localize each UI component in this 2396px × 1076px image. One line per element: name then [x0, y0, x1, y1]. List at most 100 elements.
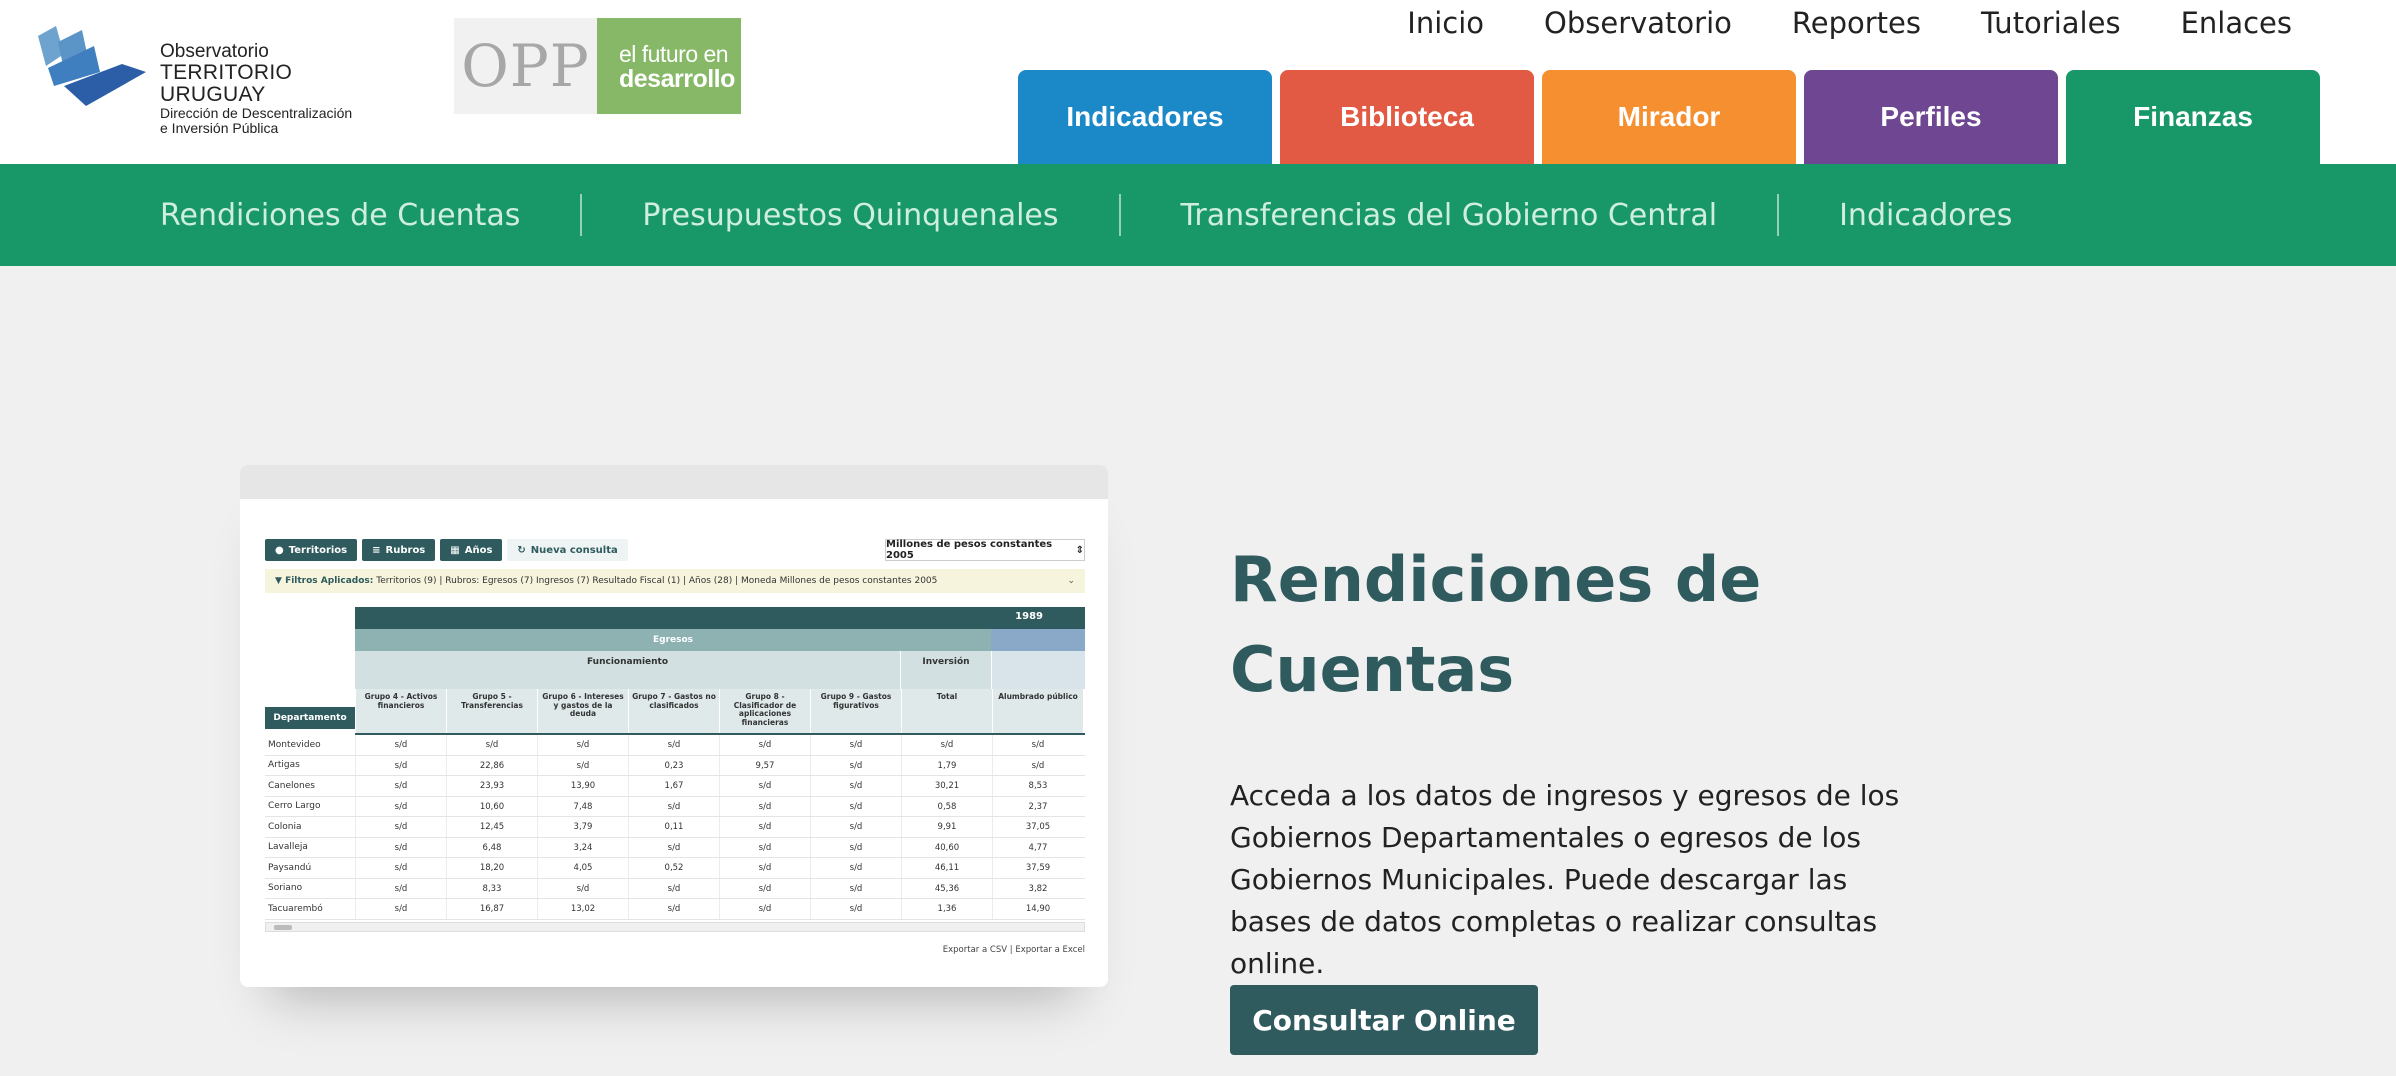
table-cell: 3,24 [537, 837, 628, 857]
site-header: Observatorio TERRITORIO URUGUAY Direcció… [0, 0, 2396, 164]
table-cell: 30,21 [901, 776, 992, 796]
nav-tutoriales[interactable]: Tutoriales [1981, 6, 2121, 40]
table-cell: s/d [355, 837, 446, 857]
row-departamento: Lavalleja [268, 842, 308, 853]
preview-column-header: Grupo 6 - Intereses y gastos de la deuda [537, 689, 628, 733]
row-departamento: Montevideo [268, 739, 321, 750]
logo-line-3: Dirección de Descentralización [160, 105, 353, 122]
preview-territorios-label: Territorios [288, 544, 348, 556]
table-row: Cerro Largo s/d 10,60 7,48 s/d s/d s/d 0,58 2,37 [265, 796, 1085, 817]
tab-indicadores[interactable]: Indicadores [1018, 70, 1272, 164]
nav-observatorio[interactable]: Observatorio [1544, 6, 1732, 40]
chevron-down-icon: ⌄ [1067, 576, 1075, 586]
preview-scrollbar [265, 922, 1085, 932]
nav-reportes[interactable]: Reportes [1792, 6, 1921, 40]
table-cell: 23,93 [446, 776, 537, 796]
preview-column-header: Total [901, 689, 992, 733]
subnav-transferencias[interactable]: Transferencias del Gobierno Central [1121, 198, 1778, 233]
preview-rows: Montevideo s/d s/d s/d s/d s/d s/d s/d s/d Artiga… [265, 735, 1085, 920]
table-cell: s/d [446, 735, 537, 755]
table-cell: 4,05 [537, 858, 628, 878]
list-icon: ≡ [372, 544, 381, 556]
subnav-rendiciones[interactable]: Rendiciones de Cuentas [160, 198, 580, 233]
futuro-line-1: el futuro en [619, 41, 729, 67]
tab-finanzas[interactable]: Finanzas [2066, 70, 2320, 164]
top-nav: Inicio Observatorio Reportes Tutoriales … [1407, 6, 2292, 40]
section-tabs: Indicadores Biblioteca Mirador Perfiles … [1018, 70, 2320, 164]
table-row: Artigas s/d 22,86 s/d 0,23 9,57 s/d 1,79 s/d [265, 755, 1085, 776]
table-cell: s/d [810, 735, 901, 755]
table-cell: s/d [992, 735, 1083, 755]
preview-rubros-button: ≡ Rubros [362, 539, 436, 561]
preview-scroll-thumb [274, 925, 292, 930]
table-cell: 2,37 [992, 796, 1083, 816]
row-departamento: Cerro Largo [268, 801, 321, 812]
preview-year: 1989 [1015, 611, 1043, 622]
subnav-presupuestos[interactable]: Presupuestos Quinquenales [582, 198, 1118, 233]
table-cell: 13,90 [537, 776, 628, 796]
table-cell: s/d [628, 735, 719, 755]
table-cell: 1,79 [901, 755, 992, 775]
preview-header-fill [991, 629, 1085, 651]
table-row: Tacuarembó s/d 16,87 13,02 s/d s/d s/d 1,36 14,9… [265, 899, 1085, 920]
table-cell: 46,11 [901, 858, 992, 878]
table-cell: 37,05 [992, 817, 1083, 837]
row-departamento: Artigas [268, 760, 300, 771]
tab-perfiles[interactable]: Perfiles [1804, 70, 2058, 164]
preview-nueva-label: Nueva consulta [530, 544, 618, 556]
preview-year-header: 1989 [355, 607, 1085, 629]
table-cell: 9,91 [901, 817, 992, 837]
page-title-line-2: Cuentas [1230, 633, 1515, 706]
table-cell: s/d [810, 817, 901, 837]
preview-anos-label: Años [464, 544, 493, 556]
preview-column-headers: Grupo 4 - Activos financieros Grupo 5 - T… [355, 689, 1085, 735]
tab-biblioteca[interactable]: Biblioteca [1280, 70, 1534, 164]
table-cell: s/d [719, 899, 810, 919]
nav-inicio[interactable]: Inicio [1407, 6, 1484, 40]
table-cell: 18,20 [446, 858, 537, 878]
preview-column-header: Alumbrado público [992, 689, 1083, 733]
preview-column-header: Grupo 8 - Clasificador de aplicaciones f… [719, 689, 810, 733]
sort-icon: ⇕ [1075, 544, 1084, 556]
table-cell: 22,86 [446, 755, 537, 775]
table-row: Canelones s/d 23,93 13,90 1,67 s/d s/d 30,21 8,5… [265, 776, 1085, 797]
subnav-indicadores[interactable]: Indicadores [1779, 198, 2072, 233]
map-pin-icon: ● [275, 544, 284, 556]
tab-mirador[interactable]: Mirador [1542, 70, 1796, 164]
row-departamento: Canelones [268, 780, 315, 791]
table-cell: 14,90 [992, 899, 1083, 919]
preview-column-header: Grupo 9 - Gastos figurativos [810, 689, 901, 733]
consultar-online-button[interactable]: Consultar Online [1230, 985, 1538, 1055]
table-cell: s/d [810, 755, 901, 775]
table-cell: 10,60 [446, 796, 537, 816]
table-cell: s/d [719, 796, 810, 816]
futuro-en-desarrollo-logo[interactable]: el futuro en desarrollo [597, 18, 741, 114]
table-cell: s/d [537, 878, 628, 898]
table-cell: 0,11 [628, 817, 719, 837]
row-departamento: Tacuarembó [268, 903, 323, 914]
opp-logo[interactable]: OPP [454, 18, 597, 114]
table-cell: 6,48 [446, 837, 537, 857]
preview-inversion-header: Inversión [900, 651, 991, 689]
preview-header-fill [991, 651, 1085, 689]
table-cell: s/d [628, 837, 719, 857]
preview-browser-bar [240, 465, 1108, 499]
table-cell: s/d [628, 878, 719, 898]
table-cell: 4,77 [992, 837, 1083, 857]
table-cell: s/d [355, 755, 446, 775]
table-cell: s/d [810, 899, 901, 919]
table-row: Paysandú s/d 18,20 4,05 0,52 s/d s/d 46,11 37,59 [265, 858, 1085, 879]
preview-territorios-button: ● Territorios [265, 539, 358, 561]
observatorio-logo[interactable]: Observatorio TERRITORIO URUGUAY Direcció… [34, 24, 394, 135]
table-cell: 1,67 [628, 776, 719, 796]
table-cell: s/d [537, 755, 628, 775]
table-cell: s/d [628, 899, 719, 919]
page-title: Rendiciones de Cuentas [1230, 535, 1930, 715]
table-cell: s/d [719, 817, 810, 837]
calendar-icon: ▦ [450, 544, 460, 556]
preview-departamento-header: Departamento [265, 707, 355, 729]
page-title-line-1: Rendiciones de [1230, 543, 1762, 616]
futuro-line-2: desarrollo [619, 65, 735, 94]
table-cell: s/d [810, 858, 901, 878]
nav-enlaces[interactable]: Enlaces [2181, 6, 2292, 40]
